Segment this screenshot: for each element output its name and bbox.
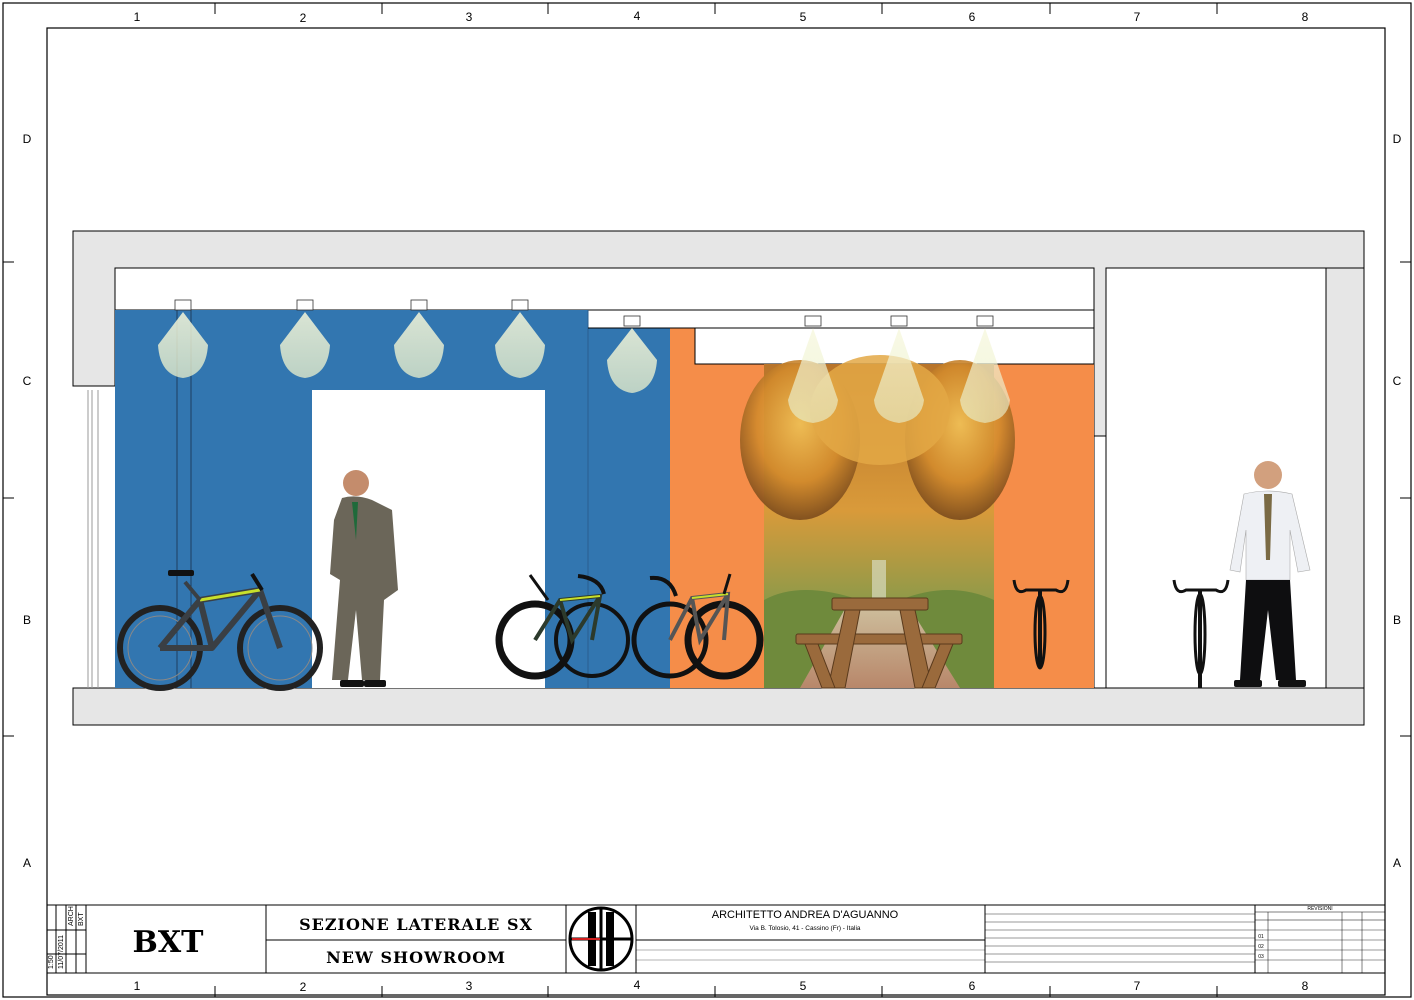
revision-row: 01 — [1258, 934, 1264, 940]
row-label: A — [23, 856, 31, 870]
col-label: 2 — [300, 980, 307, 994]
col-label: 4 — [634, 9, 641, 23]
drawing-sheet: 1 2 3 4 5 6 7 8 1 2 3 4 5 6 7 8 D C B A … — [2, 2, 1412, 998]
col-label: 1 — [134, 10, 141, 24]
revisions-heading: REVISIONI — [1307, 906, 1332, 912]
col-label: 5 — [800, 979, 807, 993]
row-label: D — [1393, 132, 1402, 146]
col-label: 8 — [1302, 10, 1309, 24]
row-label: B — [23, 613, 31, 627]
col-label: 6 — [969, 10, 976, 24]
col-label: 4 — [634, 978, 641, 992]
row-label: A — [1393, 856, 1401, 870]
col-label: 6 — [969, 979, 976, 993]
code-text: BXT — [78, 912, 85, 926]
sheet-subtitle: NEW SHOWROOM — [326, 948, 506, 967]
revision-row: 02 — [1258, 944, 1264, 950]
right-wall — [1325, 267, 1365, 689]
col-label: 8 — [1302, 979, 1309, 993]
project-code: BXT — [133, 925, 205, 960]
row-label: C — [1393, 374, 1402, 388]
building-section — [72, 230, 1365, 726]
column-labels-bottom: 1 2 3 4 5 6 7 8 — [134, 978, 1309, 994]
revision-row: 03 — [1258, 954, 1264, 960]
row-label: B — [1393, 613, 1401, 627]
revision-rows: 01 02 03 — [1258, 934, 1264, 960]
col-label: 2 — [300, 11, 307, 25]
author-text: ARCH — [68, 906, 75, 926]
date-text: 11/07/2011 — [58, 935, 65, 969]
col-label: 7 — [1134, 979, 1141, 993]
architect-name: ARCHITETTO ANDREA D'AGUANNO — [712, 909, 899, 921]
col-label: 3 — [466, 10, 473, 24]
floor-slab — [72, 687, 1365, 726]
col-label: 7 — [1134, 10, 1141, 24]
row-label: D — [23, 132, 32, 146]
col-label: 3 — [466, 979, 473, 993]
sheet-title: SEZIONE LATERALE SX — [299, 915, 533, 934]
architect-address: Via B. Tolosio, 41 - Cassino (Fr) - Ital… — [749, 925, 860, 932]
scale-text: 1:50 — [48, 955, 55, 969]
column-labels-top: 1 2 3 4 5 6 7 8 — [134, 9, 1309, 25]
architect-logo-icon — [568, 906, 634, 972]
col-label: 5 — [800, 10, 807, 24]
row-label: C — [23, 374, 32, 388]
col-label: 1 — [134, 979, 141, 993]
